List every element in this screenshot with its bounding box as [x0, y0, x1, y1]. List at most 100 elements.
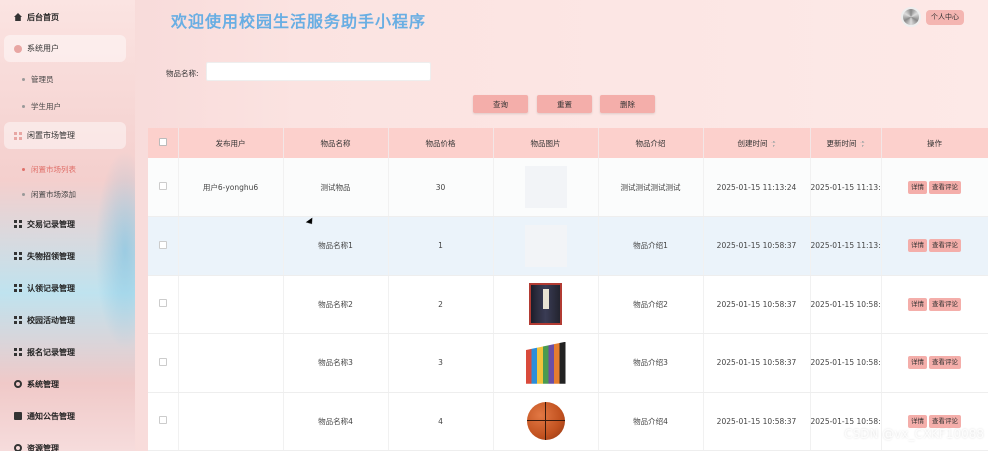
header-created[interactable]: 创建时间: [703, 128, 811, 158]
cell-publisher: [178, 392, 284, 451]
user-icon: [14, 44, 22, 53]
document-icon: [14, 412, 22, 420]
table-row[interactable]: 物品名称4 4 物品介绍4 2025-01-15 10:58:37 2025-01-15…: [148, 392, 988, 451]
bullet-icon: [22, 193, 25, 196]
cell-image: [493, 333, 599, 393]
image-placeholder[interactable]: [524, 224, 567, 267]
view-comments-button[interactable]: 查看评论: [929, 356, 961, 370]
basketball-image[interactable]: [526, 402, 565, 441]
view-comments-button[interactable]: 查看评论: [929, 297, 961, 311]
sidebar-item-resource[interactable]: 资源管理: [0, 438, 135, 451]
pencils-image[interactable]: [525, 341, 566, 384]
view-comments-button[interactable]: 查看评论: [929, 414, 961, 428]
row-select-cell: [148, 275, 179, 334]
cell-name: 物品名称4: [283, 392, 389, 451]
cell-created: 2025-01-15 10:58:37: [703, 333, 811, 393]
cell-image: [493, 392, 599, 451]
image-placeholder[interactable]: [524, 166, 567, 208]
header-image: 物品图片: [493, 128, 599, 158]
sidebar-item-lost-found[interactable]: 失物招领管理: [0, 246, 135, 266]
item-name-input[interactable]: [206, 62, 431, 81]
sidebar-item-notice[interactable]: 通知公告管理: [0, 406, 135, 426]
sidebar-item-market-list[interactable]: 闲置市场列表: [22, 164, 76, 175]
sidebar-item-activity[interactable]: 校园活动管理: [0, 310, 135, 330]
sidebar: 后台首页 系统用户 管理员 学生用户 闲置市场管理 闲置市场列表 闲置市场添加 …: [0, 0, 135, 451]
view-comments-button[interactable]: 查看评论: [929, 180, 961, 194]
sidebar-item-admin[interactable]: 管理员: [22, 74, 54, 85]
row-select-cell: [148, 392, 179, 451]
detail-button[interactable]: 详情: [908, 414, 927, 428]
table-row[interactable]: 用户6-yonghu6 测试物品 30 测试测试测试测试 2025-01-15 11:1…: [148, 158, 988, 217]
row-checkbox[interactable]: [158, 299, 167, 308]
header-updated[interactable]: 更新时间: [810, 128, 882, 158]
gear-icon: [14, 380, 22, 388]
sidebar-item-signup[interactable]: 报名记录管理: [0, 342, 135, 362]
cell-ops: 详情 查看评论: [881, 333, 988, 393]
table-row[interactable]: 物品名称2 2 物品介绍2 2025-01-15 10:58:37 2025-01-15…: [148, 275, 988, 334]
cell-image: [493, 158, 599, 217]
grid-icon: [14, 220, 22, 228]
row-select-cell: [148, 333, 179, 393]
data-table: 发布用户 物品名称 物品价格 物品图片 物品介绍 创建时间 更新时间 操作 用户…: [148, 128, 988, 451]
sidebar-item-label: 闲置市场管理: [27, 131, 75, 140]
user-center-button[interactable]: 个人中心: [926, 10, 964, 25]
sidebar-item-system-mgmt[interactable]: 系统管理: [0, 374, 135, 394]
cell-updated: 2025-01-15 11:13:24: [810, 158, 882, 217]
sort-icon[interactable]: [770, 139, 776, 148]
sidebar-item-label: 资源管理: [27, 443, 59, 451]
sidebar-item-claim[interactable]: 认领记录管理: [0, 278, 135, 298]
select-all-checkbox[interactable]: [158, 138, 167, 146]
header-intro: 物品介绍: [598, 128, 704, 158]
cell-name: 测试物品: [283, 158, 389, 217]
cell-ops: 详情 查看评论: [881, 392, 988, 451]
detail-button[interactable]: 详情: [908, 297, 927, 311]
header-publisher: 发布用户: [178, 128, 284, 158]
header-price: 物品价格: [388, 128, 494, 158]
detail-button[interactable]: 详情: [908, 356, 927, 370]
book-image[interactable]: [529, 283, 562, 326]
sidebar-item-market[interactable]: 闲置市场管理: [4, 122, 126, 149]
grid-icon: [14, 131, 22, 140]
sidebar-item-market-add[interactable]: 闲置市场添加: [22, 189, 76, 200]
cell-created: 2025-01-15 10:58:37: [703, 216, 811, 276]
cell-updated: 2025-01-15 10:58:37: [810, 392, 882, 451]
avatar[interactable]: [901, 7, 921, 27]
gear-icon: [14, 444, 22, 451]
view-comments-button[interactable]: 查看评论: [929, 239, 961, 253]
detail-button[interactable]: 详情: [908, 180, 927, 194]
table-row[interactable]: 物品名称1 1 物品介绍1 2025-01-15 10:58:37 2025-01-15…: [148, 216, 988, 276]
detail-button[interactable]: 详情: [908, 239, 927, 253]
cell-updated-text: 2025-01-15 10:58:37: [810, 358, 881, 368]
cell-name: 物品名称3: [283, 333, 389, 393]
grid-icon: [14, 284, 22, 292]
row-checkbox[interactable]: [158, 357, 167, 366]
cell-intro: 物品介绍2: [598, 275, 704, 334]
sidebar-item-student[interactable]: 学生用户: [22, 101, 61, 112]
sidebar-item-label: 后台首页: [27, 12, 59, 22]
page-title: 欢迎使用校园生活服务助手小程序: [171, 12, 427, 31]
sidebar-item-label: 报名记录管理: [27, 347, 75, 357]
cell-updated: 2025-01-15 10:58:37: [810, 275, 882, 334]
sidebar-item-label: 交易记录管理: [27, 219, 75, 229]
cell-image: [493, 275, 599, 334]
sidebar-item-home[interactable]: 后台首页: [0, 7, 135, 27]
table-row[interactable]: 物品名称3 3 物品介绍3 2025-01-15 10:58:37 2025-01-15…: [148, 333, 988, 393]
cell-price: 2: [388, 275, 494, 334]
sidebar-item-label: 认领记录管理: [27, 283, 75, 293]
cell-intro: 物品介绍3: [598, 333, 704, 393]
reset-button[interactable]: 重置: [537, 95, 592, 113]
sidebar-item-label: 系统管理: [27, 379, 59, 389]
row-checkbox[interactable]: [158, 416, 167, 425]
row-checkbox[interactable]: [158, 182, 167, 190]
cell-name: 物品名称2: [283, 275, 389, 334]
delete-button[interactable]: 删除: [600, 95, 655, 113]
query-button[interactable]: 查询: [473, 95, 528, 113]
header-ops: 操作: [881, 128, 988, 158]
sidebar-item-system-user[interactable]: 系统用户: [4, 35, 126, 62]
sort-icon[interactable]: [859, 139, 865, 148]
header-name: 物品名称: [283, 128, 389, 158]
header: 欢迎使用校园生活服务助手小程序 个人中心: [135, 0, 988, 42]
cell-intro: 物品介绍1: [598, 216, 704, 276]
row-checkbox[interactable]: [158, 240, 167, 249]
sidebar-item-trade[interactable]: 交易记录管理: [0, 214, 135, 234]
